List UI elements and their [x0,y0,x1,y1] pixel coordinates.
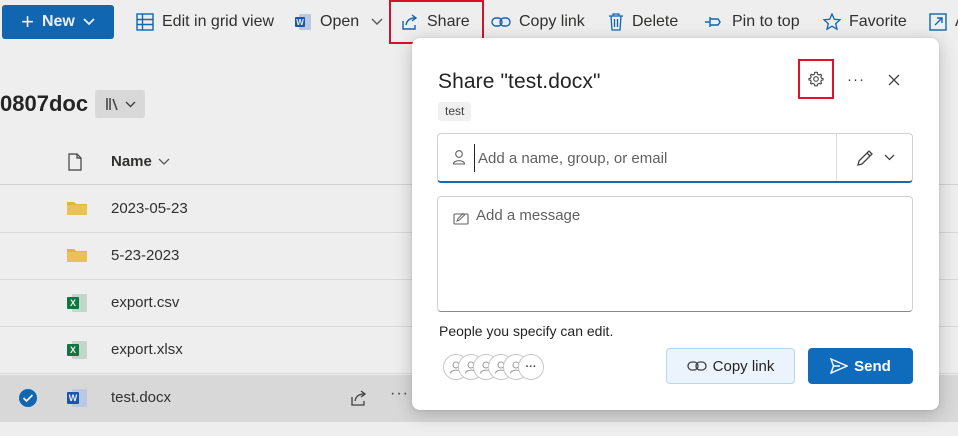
close-icon [888,74,900,86]
chevron-down-icon [884,154,894,161]
gear-icon [808,71,824,87]
send-label: Send [854,357,891,375]
close-button[interactable] [884,71,904,89]
more-options-icon: ··· [847,70,865,88]
dialog-title: Share "test.docx" [438,70,601,93]
send-button[interactable]: Send [808,348,913,384]
sharing-settings-button[interactable] [798,59,834,99]
people-picker [437,133,913,183]
copy-link-button[interactable]: Copy link [666,348,795,384]
shared-with-avatars[interactable]: ··· [443,354,553,380]
message-box [437,196,913,312]
copy-link-label: Copy link [712,357,775,375]
file-chip: test [438,102,472,121]
person-icon [452,150,466,165]
permission-dropdown[interactable] [836,134,913,181]
message-input[interactable] [476,207,896,303]
send-icon [830,358,849,374]
avatar-overflow: ··· [518,354,544,380]
permission-summary[interactable]: People you specify can edit. [439,323,613,339]
avatar-overflow-label: ··· [525,360,537,373]
share-dialog: Share "test.docx" test ··· People you sp… [412,38,939,410]
people-input[interactable] [474,144,824,172]
message-edit-icon [453,212,469,225]
more-options-button[interactable]: ··· [846,71,866,87]
link-icon [686,361,707,371]
pencil-icon [856,149,873,166]
